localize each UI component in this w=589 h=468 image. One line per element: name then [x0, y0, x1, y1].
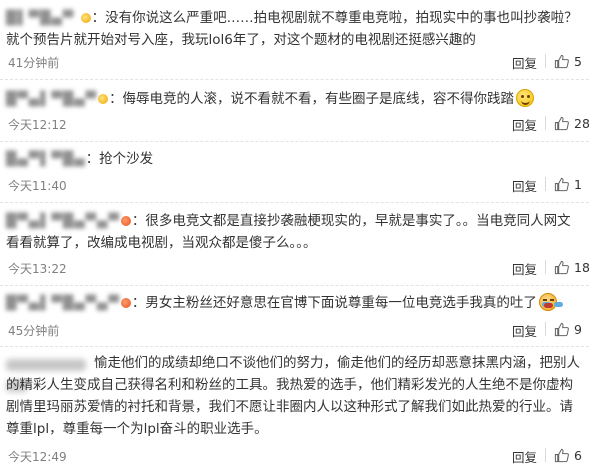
crying-emoji-icon	[538, 293, 557, 311]
comment-body: █▀▄▌▀█▄▀ ：侮辱电竞的人滚，说不看就不看，有些圈子是底线，容不得你践踏	[6, 88, 581, 110]
like-button[interactable]: 5	[554, 52, 582, 70]
reply-button[interactable]: 回复	[512, 115, 537, 134]
meta-separator	[545, 177, 546, 191]
like-button[interactable]: 9	[554, 320, 582, 338]
thumbs-up-icon	[554, 177, 569, 191]
comment-body: 愉走他们的成绩却绝口不谈他们的努力，偷走他们的经历却恶意抹黑内涵，把别人的精彩人…	[6, 352, 581, 440]
comment-meta: 今天11:40 回复 1	[6, 175, 589, 195]
smile-emoji-icon	[516, 89, 535, 107]
like-button[interactable]: 18	[554, 258, 589, 276]
comment-time: 41分钟前	[8, 56, 60, 70]
comment-divider	[0, 202, 589, 203]
comment-body: █▀▄▌▀█▄▀▄▀ ：很多电竞文都是直接抄袭融梗现实的，早就是事实了。。当电竞同…	[6, 210, 581, 254]
meta-separator	[545, 322, 546, 336]
reply-button[interactable]: 回复	[512, 447, 537, 466]
comment-text: ：男女主粉丝还好意思在官博下面说尊重每一位电竞选手我真的吐了	[131, 295, 537, 311]
meta-separator	[545, 448, 546, 462]
commenter-name[interactable]: █▀▄▌▀█▄▀▄▀	[6, 213, 120, 229]
like-button[interactable]: 6	[554, 446, 582, 464]
like-count: 6	[574, 447, 582, 463]
like-count: 28	[574, 115, 589, 131]
comment-time: 45分钟前	[8, 324, 60, 338]
comment-body: █▌▀█▄▀ ：没有你说这么严重吧……拍电视剧就不尊重电竞啦，拍现实中的事也叫抄…	[6, 7, 581, 51]
like-count: 9	[574, 321, 582, 337]
comment-meta: 45分钟前 回复 9	[6, 320, 589, 340]
comment-time: 今天12:12	[8, 118, 67, 132]
comment-list: █▌▀█▄▀ ：没有你说这么严重吧……拍电视剧就不尊重电竞啦，拍现实中的事也叫抄…	[0, 0, 589, 468]
thumbs-up-icon	[554, 448, 569, 462]
comment-meta: 41分钟前 回复 5	[6, 52, 589, 72]
like-count: 18	[574, 259, 589, 275]
like-count: 5	[574, 53, 582, 69]
like-button[interactable]: 1	[554, 175, 582, 193]
meta-separator	[545, 116, 546, 130]
comment-time: 今天11:40	[8, 179, 67, 193]
thumbs-up-icon	[554, 322, 569, 336]
reply-button[interactable]: 回复	[512, 321, 537, 340]
comment-text: 愉走他们的成绩却绝口不谈他们的努力，偷走他们的经历却恶意抹黑内涵，把别人的精彩人…	[6, 355, 580, 437]
vip-badge-icon	[98, 94, 109, 104]
comment-meta: 今天12:12 回复 28	[6, 114, 589, 134]
reply-button[interactable]: 回复	[512, 53, 537, 72]
comment-meta: 今天13:22 回复 18	[6, 258, 589, 278]
comment-body: █▀▄▌▀█▄▀▄▀ ：男女主粉丝还好意思在官博下面说尊重每一位电竞选手我真的吐了	[6, 292, 581, 314]
meta-separator	[545, 54, 546, 68]
commenter-name[interactable]: █▌▀█▄▀	[6, 10, 80, 26]
commenter-name[interactable]: █▀▄▌▀█▄▀	[6, 91, 97, 107]
comment-divider	[0, 79, 589, 80]
comment-body: █▄▀▌▀█▄：抢个沙发	[6, 148, 581, 170]
thumbs-up-icon	[554, 54, 569, 68]
comment-divider	[0, 141, 589, 142]
like-count: 1	[574, 176, 582, 192]
comment-divider	[0, 285, 589, 286]
comment-meta: 今天12:49 回复 6	[6, 446, 589, 466]
fan-badge-icon	[120, 216, 131, 226]
comment-text: ：抢个沙发	[85, 151, 154, 167]
commenter-name[interactable]: █▄▀▌▀█▄	[6, 151, 86, 167]
comment-text: ：侮辱电竞的人滚，说不看就不看，有些圈子是底线，容不得你践踏	[109, 91, 515, 107]
commenter-name[interactable]: █▀▄▌▀█▄▀▄▀	[6, 295, 120, 311]
thumbs-up-icon	[554, 116, 569, 130]
like-button[interactable]: 28	[554, 114, 589, 132]
reply-button[interactable]: 回复	[512, 176, 537, 195]
comment-text: ：没有你说这么严重吧……拍电视剧就不尊重电竞啦，拍现实中的事也叫抄袭啦？就个预告…	[6, 10, 578, 48]
thumbs-up-icon	[554, 260, 569, 274]
vip-badge-icon	[80, 13, 91, 23]
fan-badge-icon	[120, 298, 131, 308]
meta-separator	[545, 260, 546, 274]
comment-time: 今天12:49	[8, 450, 67, 464]
comment-time: 今天13:22	[8, 262, 67, 276]
comment-divider	[0, 346, 589, 347]
reply-button[interactable]: 回复	[512, 259, 537, 278]
